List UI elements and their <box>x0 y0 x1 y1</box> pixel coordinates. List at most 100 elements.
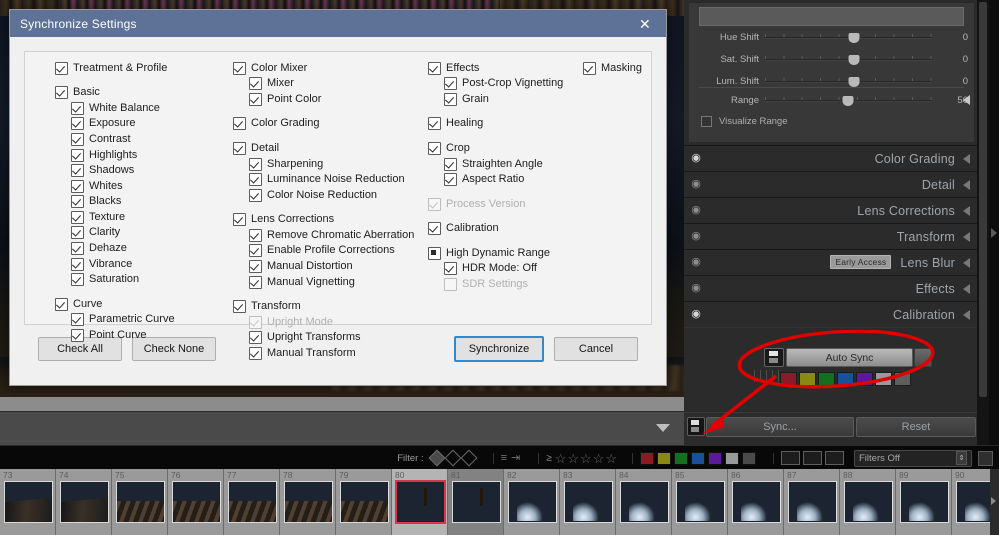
checkbox-icon[interactable] <box>428 222 441 236</box>
checkbox-child-row[interactable]: Manual Vignetting <box>233 275 414 289</box>
eye-icon[interactable]: ◉ <box>684 309 708 320</box>
range-reset-arrow-icon[interactable] <box>963 95 970 105</box>
slider-knob[interactable] <box>848 54 859 65</box>
filmstrip-thumbnail[interactable]: 82 <box>504 469 560 535</box>
filmstrip-thumbnail[interactable]: 74 <box>56 469 112 535</box>
checkbox-child-row[interactable]: HDR Mode: Off <box>428 262 563 276</box>
checkbox-child-row[interactable]: Post-Crop Vignetting <box>428 77 563 91</box>
eye-icon[interactable]: ◉ <box>684 231 708 242</box>
checkbox-icon[interactable] <box>71 242 84 256</box>
shift-slider-row[interactable]: Sat. Shift 0 <box>689 50 974 69</box>
color-filter-swatch[interactable] <box>708 451 722 465</box>
checkbox-icon[interactable] <box>249 77 262 91</box>
checkbox-icon[interactable] <box>428 142 441 155</box>
thumbnail-image[interactable] <box>4 481 53 523</box>
panel-section-lens-corrections[interactable]: ◉ Lens Corrections <box>684 197 977 224</box>
checkbox-group-row[interactable]: Treatment & Profile <box>55 61 175 75</box>
checkbox-child-row[interactable]: Straighten Angle <box>428 157 563 171</box>
thumbnail-image[interactable] <box>60 481 109 523</box>
synchronize-button[interactable]: Synchronize <box>454 336 544 362</box>
auto-sync-secondary-button[interactable] <box>914 348 932 367</box>
checkbox-icon[interactable] <box>249 92 262 106</box>
checkbox-icon[interactable] <box>444 92 457 106</box>
checkbox-child-row[interactable]: Enable Profile Corrections <box>233 244 414 258</box>
checkbox-icon[interactable] <box>55 61 68 75</box>
slider-track[interactable] <box>765 54 942 66</box>
checkbox-icon[interactable] <box>233 61 246 75</box>
eye-icon[interactable]: ◉ <box>684 205 708 216</box>
checkbox-child-row[interactable]: SDR Settings <box>428 277 563 292</box>
color-filter-swatch[interactable] <box>725 451 739 465</box>
checkbox-group-row[interactable]: Calibration <box>428 222 563 236</box>
rating-operator[interactable]: ≥ <box>546 453 552 464</box>
checkbox-icon[interactable] <box>444 77 457 91</box>
color-label-swatch[interactable] <box>837 372 854 386</box>
checkbox-child-row[interactable]: Saturation <box>55 273 175 287</box>
filmstrip-thumbnail[interactable]: 85 <box>672 469 728 535</box>
checkbox-icon[interactable] <box>71 195 84 209</box>
filters-preset-select[interactable]: Filters Off ⇕ <box>854 449 972 467</box>
color-label-swatch[interactable] <box>894 372 911 386</box>
checkbox-group-row[interactable]: High Dynamic Range <box>428 246 563 260</box>
checkbox-icon[interactable] <box>71 133 84 146</box>
checkbox-child-row[interactable]: White Balance <box>55 101 175 115</box>
color-label-swatch[interactable] <box>856 372 873 386</box>
panel-collapse-arrow-icon[interactable] <box>991 228 997 238</box>
checkbox-icon[interactable] <box>55 297 68 311</box>
checkbox-child-row[interactable]: Upright Transforms <box>233 331 414 345</box>
filmstrip-thumbnail[interactable]: 86 <box>728 469 784 535</box>
collapse-arrow-icon[interactable] <box>963 257 970 268</box>
checkbox-icon[interactable] <box>71 164 84 178</box>
filmstrip-thumbnail[interactable]: 84 <box>616 469 672 535</box>
collapse-arrow-icon[interactable] <box>963 231 970 242</box>
develop-toolbar[interactable] <box>0 411 684 447</box>
auto-sync-button[interactable]: Auto Sync <box>786 348 913 367</box>
checkbox-icon[interactable] <box>233 300 246 314</box>
checkbox-child-row[interactable]: Exposure <box>55 117 175 131</box>
checkbox-icon[interactable] <box>71 328 84 342</box>
filmstrip-next-arrow-icon[interactable] <box>991 497 996 505</box>
thumbnail-image[interactable] <box>116 481 165 523</box>
checkbox-icon[interactable] <box>249 315 262 329</box>
color-filter-swatch[interactable] <box>657 451 671 465</box>
checkbox-child-row[interactable]: Vibrance <box>55 257 175 271</box>
checkbox-icon[interactable] <box>71 101 84 115</box>
checkbox-group-row[interactable]: Masking <box>583 61 642 75</box>
checkbox-group-row[interactable]: Color Mixer <box>233 61 414 75</box>
color-label-swatch[interactable] <box>799 372 816 386</box>
checkbox-icon[interactable] <box>71 257 84 271</box>
checkbox-group-row[interactable]: Curve <box>55 297 175 311</box>
checkbox-child-row[interactable]: Color Noise Reduction <box>233 188 414 202</box>
filmstrip-thumbnail[interactable]: 79 <box>336 469 392 535</box>
filmstrip-thumbnail[interactable]: 75 <box>112 469 168 535</box>
collapse-arrow-icon[interactable] <box>963 153 970 164</box>
chevron-down-icon[interactable] <box>656 424 670 432</box>
range-slider-row[interactable]: Range 50 <box>689 91 974 110</box>
shift-slider-row[interactable]: Hue Shift 0 <box>689 28 974 47</box>
flag-picked-icon[interactable] <box>428 449 446 467</box>
checkbox-group-row[interactable]: Detail <box>233 141 414 155</box>
checkbox-icon[interactable] <box>249 157 262 171</box>
checkbox-child-row[interactable]: Dehaze <box>55 241 175 256</box>
color-label-swatch[interactable] <box>875 372 892 386</box>
sync-button[interactable]: Sync... <box>706 417 854 437</box>
checkbox-icon[interactable] <box>249 188 262 202</box>
eye-icon[interactable]: ◉ <box>684 179 708 190</box>
checkbox-child-row[interactable]: Sharpening <box>233 157 414 171</box>
checkbox-icon[interactable] <box>71 226 84 240</box>
checkbox-group-row[interactable]: Process Version <box>428 197 563 211</box>
checkbox-group-row[interactable]: Transform <box>233 300 414 314</box>
checkbox-child-row[interactable]: Manual Transform <box>233 346 414 360</box>
filmstrip-right-edge[interactable] <box>990 469 999 535</box>
checkbox-icon[interactable] <box>233 142 246 155</box>
filmstrip-thumbnail[interactable]: 77 <box>224 469 280 535</box>
thumbnail-image[interactable] <box>508 481 557 523</box>
color-label-swatches[interactable] <box>780 372 920 386</box>
slider-track[interactable] <box>765 32 942 44</box>
eye-icon[interactable]: ◉ <box>684 153 708 164</box>
scrollbar-thumb[interactable] <box>979 2 987 397</box>
checkbox-icon[interactable] <box>249 346 262 360</box>
filmstrip-thumbnail[interactable]: 76 <box>168 469 224 535</box>
rating-filter[interactable]: ≥ ☆ ☆ ☆ ☆ ☆ <box>546 452 618 465</box>
checkbox-group-row[interactable]: Color Grading <box>233 117 414 131</box>
